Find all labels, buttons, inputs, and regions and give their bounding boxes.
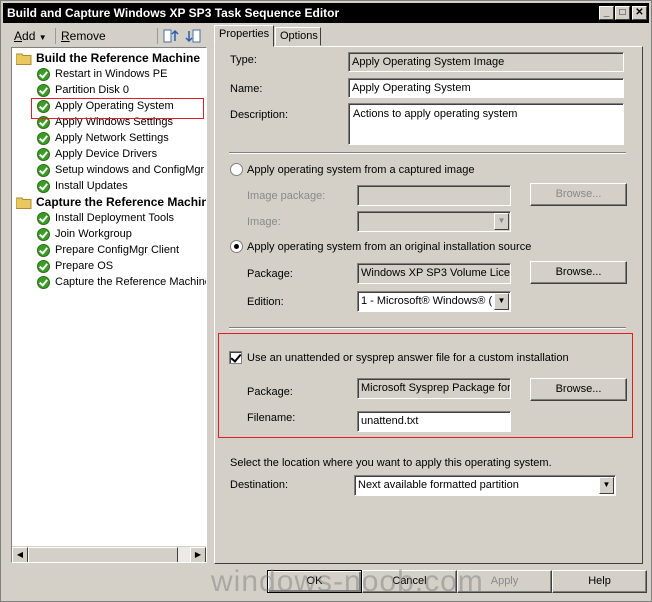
browse-os-package-button[interactable]: Browse... (530, 261, 627, 284)
horizontal-scrollbar[interactable]: ◀ ▶ (12, 546, 206, 562)
destination-prompt: Select the location where you want to ap… (230, 457, 552, 469)
divider (229, 152, 626, 154)
browse-image-package-button[interactable]: Browse... (530, 183, 627, 206)
destination-label: Destination: (230, 479, 289, 491)
description-field[interactable]: Actions to apply operating system (348, 103, 624, 145)
image-label: Image: (247, 216, 281, 228)
add-button[interactable]: Add ▼ (14, 29, 47, 43)
tab-properties[interactable]: Properties (214, 25, 274, 47)
task-sequence-editor-window: Build and Capture Windows XP SP3 Task Se… (0, 0, 652, 602)
scrollbar-thumb[interactable] (28, 547, 178, 562)
description-label: Description: (230, 109, 289, 121)
move-down-icon[interactable] (185, 28, 201, 44)
toolbar: Add ▼ Remove (11, 26, 209, 46)
window-title: Build and Capture Windows XP SP3 Task Se… (7, 6, 340, 20)
radio-captured-image[interactable] (230, 163, 243, 176)
chevron-down-icon[interactable]: ▼ (599, 477, 614, 494)
toolbar-separator (157, 28, 158, 44)
success-check-icon (37, 260, 50, 273)
success-check-icon (37, 228, 50, 241)
os-package-field: Windows XP SP3 Volume Licence (357, 263, 511, 284)
success-check-icon (37, 212, 50, 225)
chevron-down-icon[interactable]: ▼ (494, 293, 509, 310)
move-up-icon[interactable] (163, 28, 179, 44)
type-field: Apply Operating System Image (348, 52, 624, 72)
task-sequence-tree[interactable]: Build the Reference Machine Restart in W… (11, 47, 207, 563)
tree-group-label: Build the Reference Machine (36, 51, 201, 65)
success-check-icon (37, 132, 50, 145)
radio-original-source[interactable] (230, 240, 243, 253)
destination-value: Next available formatted partition (358, 479, 519, 491)
scroll-left-icon[interactable]: ◀ (12, 547, 28, 562)
apply-button[interactable]: Apply (457, 570, 552, 593)
answer-file-highlight (218, 333, 633, 438)
folder-icon (16, 53, 32, 65)
chevron-down-icon: ▼ (38, 33, 47, 42)
success-check-icon (37, 148, 50, 161)
success-check-icon (37, 164, 50, 177)
image-package-field (357, 185, 511, 206)
name-label: Name: (230, 83, 263, 95)
cancel-button[interactable]: Cancel (362, 570, 457, 593)
toolbar-separator (55, 28, 56, 44)
title-bar[interactable]: Build and Capture Windows XP SP3 Task Se… (3, 3, 649, 23)
success-check-icon (37, 244, 50, 257)
minimize-icon[interactable]: _ (599, 6, 614, 20)
package-label: Package: (247, 268, 293, 280)
success-check-icon (37, 84, 50, 97)
destination-dropdown[interactable]: Next available formatted partition ▼ (354, 475, 616, 496)
image-package-label: Image package: (247, 190, 326, 202)
scroll-right-icon[interactable]: ▶ (190, 547, 206, 562)
remove-button[interactable]: Remove (61, 29, 106, 43)
success-check-icon (37, 276, 50, 289)
tab-options[interactable]: Options (275, 27, 321, 46)
close-icon[interactable]: ✕ (632, 6, 647, 20)
edition-value: 1 - Microsoft® Windows® ( (361, 295, 493, 307)
tree-group-label: Capture the Reference Machine (36, 195, 207, 209)
success-check-icon (37, 68, 50, 81)
tree-group-capture[interactable]: Capture the Reference Machine (16, 195, 206, 211)
tree-group-build[interactable]: Build the Reference Machine (16, 51, 206, 67)
maximize-icon[interactable]: □ (615, 6, 630, 20)
success-check-icon (37, 180, 50, 193)
image-dropdown[interactable]: ▼ (357, 211, 511, 232)
name-field[interactable]: Apply Operating System (348, 78, 624, 98)
ok-button[interactable]: OK (267, 570, 362, 593)
selection-highlight (31, 98, 204, 119)
radio-captured-image-label: Apply operating system from a captured i… (247, 164, 475, 176)
help-button[interactable]: Help (552, 570, 647, 593)
edition-dropdown[interactable]: 1 - Microsoft® Windows® ( ▼ (357, 291, 511, 312)
edition-label: Edition: (247, 296, 284, 308)
chevron-down-icon[interactable]: ▼ (494, 213, 509, 230)
divider (229, 327, 626, 329)
type-label: Type: (230, 54, 257, 66)
radio-original-source-label: Apply operating system from an original … (247, 241, 532, 253)
folder-icon (16, 197, 32, 209)
